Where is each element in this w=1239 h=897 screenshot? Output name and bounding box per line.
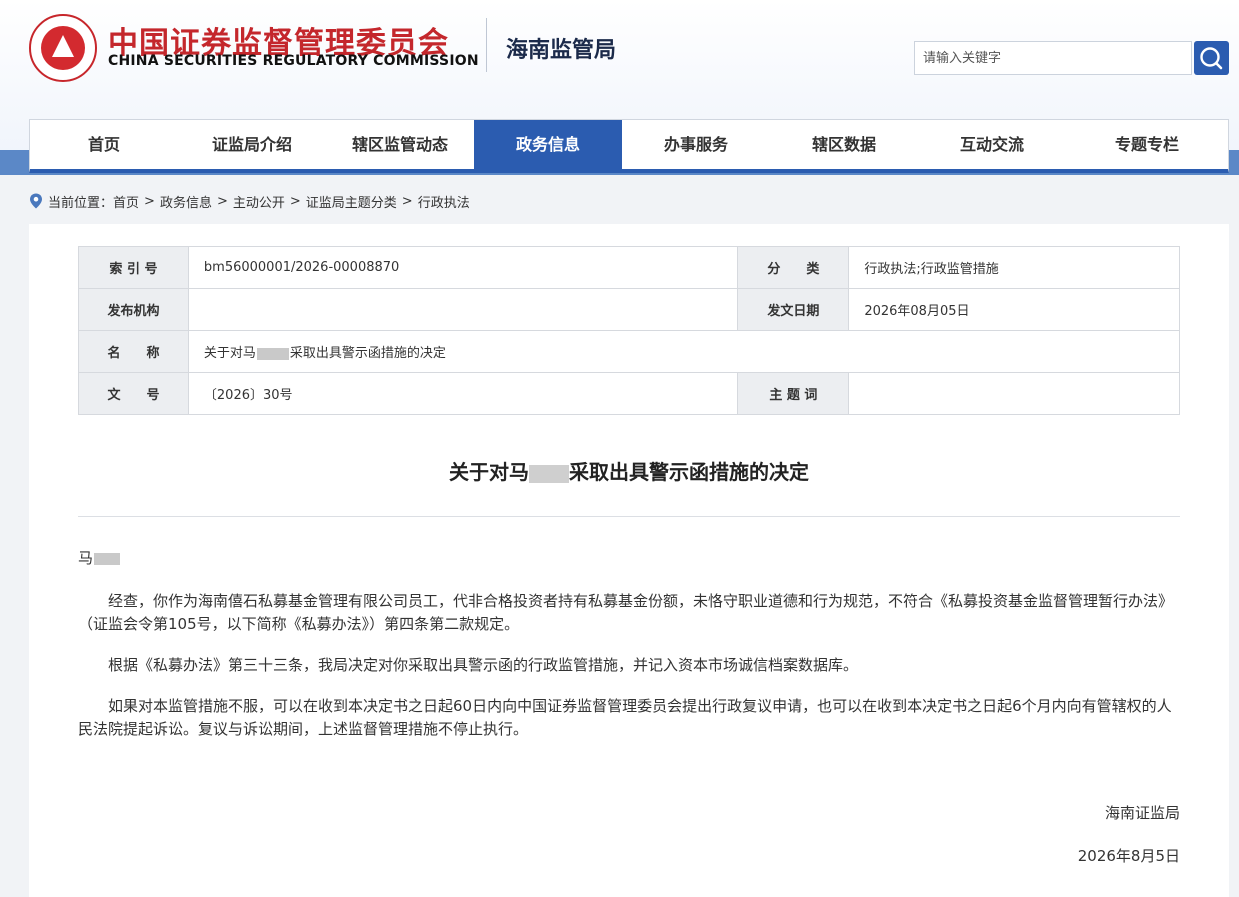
content-card: 索 引 号 bm56000001/2026-00008870 分 类 行政执法;…: [29, 224, 1229, 897]
redacted-name: [94, 552, 121, 565]
issuer-value: [187, 288, 739, 331]
breadcrumb-separator: >: [401, 193, 413, 209]
docno-value: 〔2026〕30号: [187, 372, 739, 415]
paragraph: 如果对本监管措施不服，可以在收到本决定书之日起60日内向中国证券监督管理委员会提…: [78, 697, 1172, 738]
document-title: 关于对马 采取出具警示函措施的决定: [29, 456, 1229, 485]
date-label: 发文日期: [737, 288, 850, 331]
name-value: 关于对马 采取出具警示函措施的决定: [187, 330, 1181, 373]
date-value: 2026年08月05日: [848, 288, 1180, 331]
keywords-value: [848, 372, 1180, 415]
redacted-name: [529, 464, 569, 483]
nav-item-special-topics[interactable]: 专题专栏: [1066, 120, 1228, 170]
breadcrumb-separator: >: [144, 193, 155, 209]
search-icon: [1200, 47, 1223, 70]
breadcrumb-public-disclosure[interactable]: 主动公开: [233, 192, 285, 211]
name-suffix: 采取出具警示函措施的决定: [289, 346, 446, 361]
nav-item-regulatory-news[interactable]: 辖区监管动态: [326, 120, 474, 170]
redacted-name: [256, 347, 289, 360]
breadcrumb-home[interactable]: 首页: [113, 192, 139, 211]
breadcrumb-prefix: 当前位置：: [48, 195, 114, 211]
addressee: 马: [78, 547, 1180, 570]
breadcrumb-separator: >: [216, 193, 228, 209]
paragraph: 根据《私募办法》第三十三条，我局决定对你采取出具警示函的行政监管措施，并记入资本…: [108, 656, 859, 674]
nav-item-services[interactable]: 办事服务: [622, 120, 770, 170]
signature: 海南证监局: [1104, 804, 1180, 822]
main-nav: 首页 证监局介绍 辖区监管动态 政务信息 办事服务 辖区数据 互动交流 专题专栏: [29, 119, 1229, 173]
paragraph: 经查，你作为海南僖石私募基金管理有限公司员工，代非合格投资者持有私募基金份额，未…: [78, 592, 1174, 633]
name-prefix: 关于对马: [203, 346, 256, 361]
document-meta-table: 索 引 号 bm56000001/2026-00008870 分 类 行政执法;…: [78, 246, 1181, 415]
category-value: 行政执法;行政监管措施: [848, 246, 1180, 289]
table-row: 索 引 号 bm56000001/2026-00008870 分 类 行政执法;…: [78, 246, 1180, 289]
table-row: 文 号 〔2026〕30号 主 题 词: [78, 372, 1180, 415]
issuer-label: 发布机构: [78, 288, 189, 331]
breadcrumb-separator: >: [289, 193, 301, 209]
category-label: 分 类: [737, 246, 850, 289]
breadcrumb-topic-category[interactable]: 证监局主题分类: [306, 192, 397, 211]
docno-label: 文 号: [78, 372, 189, 415]
search-button[interactable]: [1194, 41, 1229, 75]
index-value: bm56000001/2026-00008870: [187, 246, 739, 289]
index-label: 索 引 号: [78, 246, 189, 289]
keywords-label: 主 题 词: [737, 372, 850, 415]
search-input[interactable]: [914, 41, 1192, 75]
table-row: 发布机构 发文日期 2026年08月05日: [78, 288, 1180, 331]
location-pin-icon: [30, 193, 42, 209]
nav-item-regional-data[interactable]: 辖区数据: [770, 120, 918, 170]
nav-item-bureau-intro[interactable]: 证监局介绍: [178, 120, 326, 170]
title-divider: [78, 516, 1180, 517]
breadcrumb-government-info[interactable]: 政务信息: [160, 192, 212, 211]
nav-item-government-info[interactable]: 政务信息: [474, 120, 622, 170]
title-prefix: 关于对马: [449, 460, 529, 484]
header-divider: [486, 18, 487, 72]
breadcrumb-admin-enforcement[interactable]: 行政执法: [418, 192, 470, 211]
nav-item-interaction[interactable]: 互动交流: [918, 120, 1066, 170]
name-label: 名 称: [78, 330, 189, 373]
bureau-name: 海南监管局: [506, 38, 617, 63]
breadcrumb: 当前位置： 首页 > 政务信息 > 主动公开 > 证监局主题分类 > 行政执法: [29, 191, 470, 211]
org-name-en[interactable]: CHINA SECURITIES REGULATORY COMMISSION: [108, 53, 479, 69]
title-suffix: 采取出具警示函措施的决定: [569, 460, 809, 484]
signed-date: 2026年8月5日: [1077, 847, 1180, 865]
csrc-emblem-logo[interactable]: [29, 14, 97, 82]
nav-item-home[interactable]: 首页: [30, 120, 178, 170]
addressee-name: 马: [78, 549, 94, 567]
table-row: 名 称 关于对马 采取出具警示函措施的决定: [78, 330, 1181, 373]
